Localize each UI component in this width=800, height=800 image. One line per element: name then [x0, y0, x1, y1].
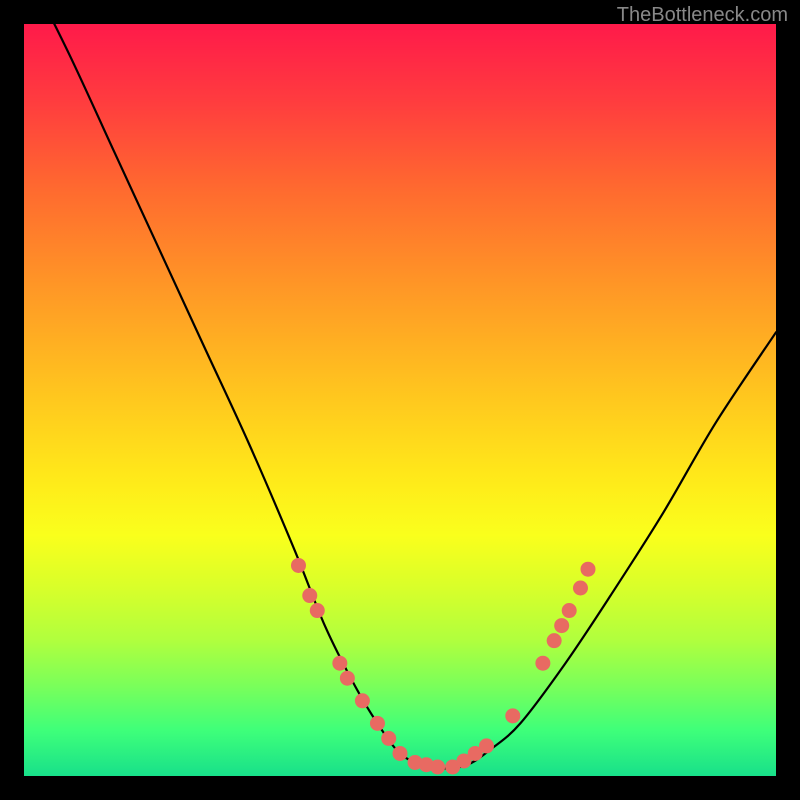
marker-dot: [355, 693, 370, 708]
marker-dot: [370, 716, 385, 731]
marker-dot: [332, 656, 347, 671]
watermark-text: TheBottleneck.com: [617, 4, 788, 27]
marker-dot: [505, 708, 520, 723]
marker-dot: [381, 731, 396, 746]
marker-dot: [310, 603, 325, 618]
marker-dot: [393, 746, 408, 761]
marker-dot: [573, 581, 588, 596]
marker-dot: [562, 603, 577, 618]
marker-dot: [479, 738, 494, 753]
marker-dot: [547, 633, 562, 648]
marker-dot: [302, 588, 317, 603]
marker-dot: [535, 656, 550, 671]
marker-dot: [430, 759, 445, 774]
plot-area: [24, 24, 776, 776]
marker-dots: [291, 558, 596, 775]
marker-dot: [340, 671, 355, 686]
marker-dot: [554, 618, 569, 633]
marker-dot: [291, 558, 306, 573]
chart-svg: [24, 24, 776, 776]
curve-line: [24, 24, 776, 768]
marker-dot: [581, 562, 596, 577]
